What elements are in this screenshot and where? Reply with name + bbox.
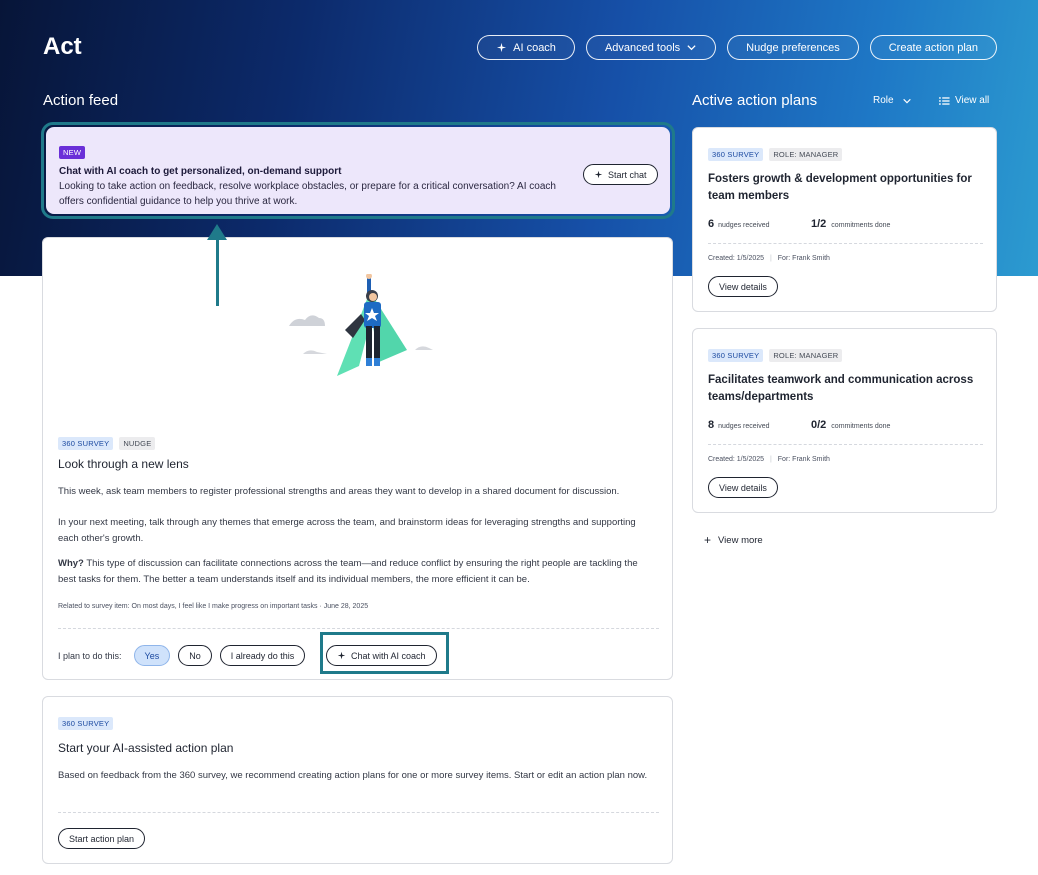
action-plan-card: 360 SURVEY ROLE: MANAGER Facilitates team… [692,328,997,513]
why-text: This type of discussion can facilitate c… [58,558,638,585]
header-actions: AI coach Advanced tools Nudge preference… [477,35,997,60]
nudge-divider [58,628,659,629]
start-action-plan-button[interactable]: Start action plan [58,828,146,849]
sparkle-icon [594,170,603,179]
plan-label: I plan to do this: [58,650,122,661]
plan-divider [708,243,983,244]
callout-arrow-shaft [216,236,219,306]
no-option-button[interactable]: No [178,645,212,666]
chat-with-ai-coach-button[interactable]: Chat with AI coach [326,645,437,666]
page-title: Act [43,33,82,60]
start-chat-button[interactable]: Start chat [583,164,658,185]
plan-title: Facilitates teamwork and communication a… [708,374,974,403]
ai-action-plan-card: 360 SURVEY Start your AI-assisted action… [42,696,673,864]
ai-plan-title: Start your AI-assisted action plan [58,741,234,755]
sparkle-icon [497,42,507,53]
ai-coach-promo-card: NEW Chat with AI coach to get personaliz… [46,127,670,214]
sparkle-icon [337,651,346,660]
nudge-title: Look through a new lens [58,457,189,471]
new-badge: NEW [59,146,86,159]
promo-title: Chat with AI coach to get personalized, … [59,166,342,177]
nudge-paragraph-1: This week, ask team members to register … [58,486,620,497]
survey-tag: 360 SURVEY [58,717,114,730]
chevron-down-icon [687,45,696,51]
nudge-tag: NUDGE [119,437,156,450]
plan-response-row: I plan to do this: Yes No I already do t… [58,645,306,666]
ai-plan-divider [58,812,659,813]
commitments-stat: 1/2 commitments done [811,218,891,230]
view-all-link[interactable]: View all [939,95,989,106]
ai-coach-button[interactable]: AI coach [477,35,575,60]
ai-plan-tags: 360 SURVEY [58,713,119,731]
create-action-plan-button[interactable]: Create action plan [869,35,997,60]
view-more-link[interactable]: + View more [704,533,763,547]
yes-option-button[interactable]: Yes [133,645,171,666]
nudge-paragraph-2: In your next meeting, talk through any t… [58,517,636,544]
ai-plan-body: Based on feedback from the 360 survey, w… [58,770,648,781]
plan-meta: Created: 1/5/2025 | For: Frank Smith [708,255,830,262]
nudge-preferences-button[interactable]: Nudge preferences [727,35,859,60]
plan-tags: 360 SURVEY ROLE: MANAGER [708,144,848,162]
view-details-button[interactable]: View details [708,276,778,297]
nudges-stat: 6 nudges received [708,218,770,230]
survey-tag: 360 SURVEY [708,349,764,362]
promo-body: Looking to take action on feedback, reso… [59,181,556,207]
why-label: Why? [58,558,84,569]
list-icon [939,96,950,105]
plan-title: Fosters growth & development opportuniti… [708,173,972,202]
plus-icon: + [704,533,712,547]
nudge-tags: 360 SURVEY NUDGE [58,433,161,451]
view-details-button[interactable]: View details [708,477,778,498]
already-do-this-button[interactable]: I already do this [219,645,306,666]
survey-tag: 360 SURVEY [58,437,114,450]
role-tag: ROLE: MANAGER [769,148,843,161]
plan-tags: 360 SURVEY ROLE: MANAGER [708,345,848,363]
plan-meta: Created: 1/5/2025 | For: Frank Smith [708,456,830,463]
role-tag: ROLE: MANAGER [769,349,843,362]
callout-arrow-head [207,224,227,240]
commitments-stat: 0/2 commitments done [811,419,891,431]
nudges-stat: 8 nudges received [708,419,770,431]
action-plan-card: 360 SURVEY ROLE: MANAGER Fosters growth &… [692,127,997,312]
action-feed-heading: Action feed [43,92,119,109]
related-survey-item: Related to survey item: On most days, I … [58,603,369,610]
nudge-card: 360 SURVEY NUDGE Look through a new lens … [42,237,673,680]
chevron-down-icon [902,98,911,103]
plan-divider [708,444,983,445]
nudge-why: Why? This type of discussion can facilit… [58,556,648,587]
survey-tag: 360 SURVEY [708,148,764,161]
advanced-tools-button[interactable]: Advanced tools [585,35,717,60]
role-filter-dropdown[interactable]: Role [873,95,912,106]
superhero-illustration [289,274,433,376]
active-plans-heading: Active action plans [692,92,818,109]
